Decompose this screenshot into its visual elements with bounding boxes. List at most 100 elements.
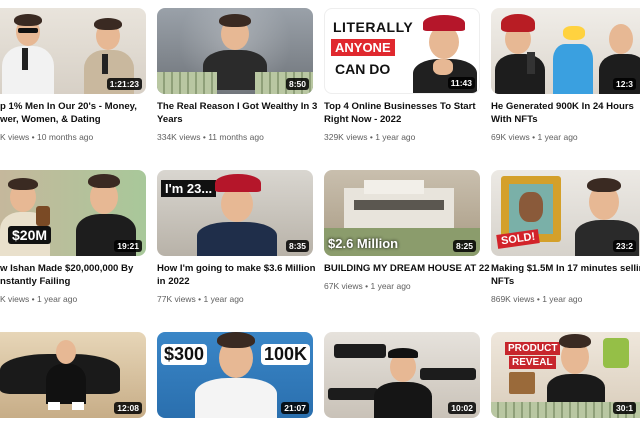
video-duration: 19:21 xyxy=(114,240,142,252)
thumb-text-line2: REVEAL xyxy=(509,356,556,369)
video-thumbnail[interactable]: LITERALLY ANYONE CAN DO 11:43 xyxy=(324,8,480,94)
video-title[interactable]: He Generated 900K In 24 Hours With NFTs xyxy=(491,100,634,126)
video-duration: 30:1 xyxy=(612,402,636,414)
video-duration: 8:25 xyxy=(452,240,476,252)
cartoon-sunglasses xyxy=(563,26,585,40)
video-thumbnail[interactable]: SOLD! 23:2 xyxy=(491,170,640,256)
microphone xyxy=(102,54,108,74)
video-duration: 8:50 xyxy=(285,78,309,90)
video-duration: 1:21:23 xyxy=(106,78,142,90)
person-hair xyxy=(559,334,591,348)
upload-age: 1 year ago xyxy=(537,132,578,142)
red-cap xyxy=(423,15,465,31)
person-hair xyxy=(217,332,255,348)
upload-age: 1 year ago xyxy=(370,281,411,291)
view-count: 869K views xyxy=(491,294,535,304)
video-thumbnail[interactable]: 12:3 xyxy=(491,8,640,94)
ape-face xyxy=(519,192,543,222)
microphone xyxy=(22,48,28,70)
shoe xyxy=(72,402,84,410)
video-duration: 12:3 xyxy=(612,78,636,90)
view-count: K views xyxy=(0,294,30,304)
thumb-text: $20M xyxy=(8,226,52,244)
video-duration: 8:35 xyxy=(285,240,309,252)
video-thumbnail[interactable]: 1:21:23 xyxy=(0,8,146,94)
red-cap xyxy=(215,174,261,192)
person-body xyxy=(197,222,277,256)
nft-character xyxy=(553,44,593,94)
shoe xyxy=(48,402,60,410)
thumb-text-line2: ANYONE xyxy=(331,39,395,56)
video-thumbnail[interactable]: PRODUCT REVEAL 30:1 xyxy=(491,332,640,418)
view-count: 67K views xyxy=(324,281,363,291)
video-duration: 21:07 xyxy=(281,402,309,414)
video-duration: 12:08 xyxy=(114,402,142,414)
upload-age: 1 year ago xyxy=(375,132,416,142)
thumb-text: I'm 23... xyxy=(161,180,217,197)
black-cap xyxy=(388,348,418,358)
video-title[interactable]: Making $1.5M In 17 minutes selling NFTs xyxy=(491,262,640,288)
video-title[interactable]: BUILDING MY DREAM HOUSE AT 22 xyxy=(324,262,490,275)
comment-bubble xyxy=(420,368,476,380)
house-windows xyxy=(354,200,444,210)
video-meta: K views • 10 months ago xyxy=(0,132,94,142)
video-title[interactable]: The Real Reason I Got Wealthy In 3 Years xyxy=(157,100,317,126)
video-meta: 869K views • 1 year ago xyxy=(491,294,583,304)
upload-age: 1 year ago xyxy=(203,294,244,304)
coffee-cup xyxy=(36,206,50,226)
person-left-body xyxy=(495,54,545,94)
upload-age: 1 year ago xyxy=(542,294,583,304)
upload-age: 1 year ago xyxy=(37,294,78,304)
person-left-hair xyxy=(14,14,42,26)
person-hair xyxy=(219,14,251,27)
video-thumbnail[interactable]: I'm 23... 8:35 xyxy=(157,170,313,256)
person-body xyxy=(374,382,432,418)
person-body xyxy=(46,364,86,404)
view-count: 334K views xyxy=(157,132,201,142)
sunglasses xyxy=(18,28,38,33)
thumb-text-line1: PRODUCT xyxy=(505,342,561,355)
video-thumbnail[interactable]: $2.6 Million 8:25 xyxy=(324,170,480,256)
video-thumbnail[interactable]: 12:08 xyxy=(0,332,146,418)
comment-bubble xyxy=(328,388,378,400)
video-thumbnail[interactable]: $20M 19:21 xyxy=(0,170,146,256)
person-body xyxy=(195,378,277,418)
video-thumbnail[interactable]: 10:02 xyxy=(324,332,480,418)
video-meta: K views • 1 year ago xyxy=(0,294,78,304)
video-meta: 69K views • 1 year ago xyxy=(491,132,578,142)
video-meta: 329K views • 1 year ago xyxy=(324,132,416,142)
view-count: 77K views xyxy=(157,294,196,304)
view-count: 329K views xyxy=(324,132,368,142)
video-title[interactable]: How I'm going to make $3.6 Million in 202… xyxy=(157,262,315,288)
video-meta: 334K views • 11 months ago xyxy=(157,132,264,142)
video-meta: 67K views • 1 year ago xyxy=(324,281,411,291)
house-upper xyxy=(364,180,424,194)
hands xyxy=(433,59,453,75)
person-right-head xyxy=(609,24,633,54)
upload-age: 10 months ago xyxy=(37,132,94,142)
view-count: 69K views xyxy=(491,132,530,142)
thumb-text-right: 100K xyxy=(261,344,311,365)
video-thumbnail[interactable]: 8:50 xyxy=(157,8,313,94)
thumb-text-left: $300 xyxy=(161,344,208,365)
shopify-bag-icon xyxy=(603,338,629,368)
video-duration: 11:43 xyxy=(447,77,475,89)
person-right-hair xyxy=(88,174,120,188)
person-left-body xyxy=(2,46,54,94)
person-head xyxy=(56,340,76,364)
video-meta: 77K views • 1 year ago xyxy=(157,294,244,304)
mystery-box xyxy=(509,372,535,394)
comment-bubble xyxy=(334,344,386,358)
cash-stack-left xyxy=(157,72,217,94)
microphone xyxy=(527,52,535,74)
thumb-text-line3: CAN DO xyxy=(335,61,391,77)
video-duration: 23:2 xyxy=(612,240,636,252)
person-right-hair xyxy=(94,18,122,30)
thumb-text: $2.6 Million xyxy=(328,236,399,251)
video-thumbnail[interactable]: $300 100K 21:07 xyxy=(157,332,313,418)
person-left-hair xyxy=(8,178,38,190)
video-title[interactable]: Top 4 Online Businesses To Start Right No… xyxy=(324,100,476,126)
video-title[interactable]: p 1% Men In Our 20's - Money, wer, Women,… xyxy=(0,100,137,126)
video-title[interactable]: w Ishan Made $20,000,000 By nstantly Fail… xyxy=(0,262,133,288)
upload-age: 11 months ago xyxy=(208,132,264,142)
